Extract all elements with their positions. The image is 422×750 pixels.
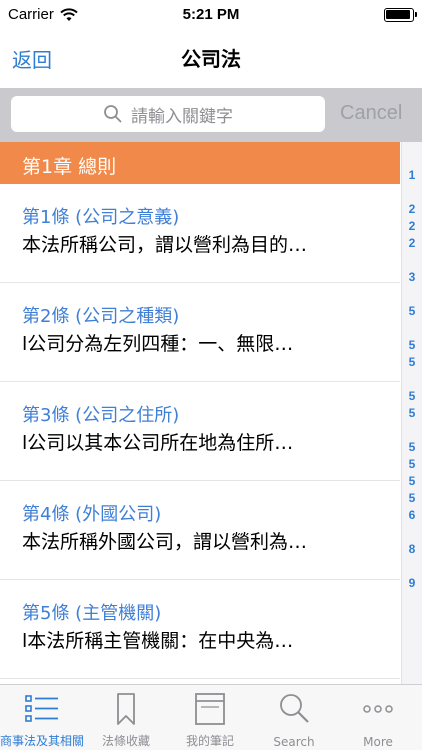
list-icon: [25, 695, 58, 722]
tab-label: Search: [273, 735, 315, 749]
article-excerpt: l本法所稱主管機關：在中央為…: [22, 630, 294, 652]
search-input[interactable]: 請輸入關鍵字: [11, 96, 325, 132]
search-placeholder: 請輸入關鍵字: [131, 106, 233, 127]
search-icon: [104, 105, 122, 123]
list-item[interactable]: 第2條 (公司之種類) l公司分為左列四種：一、無限…: [0, 283, 400, 382]
battery-icon: [384, 8, 417, 22]
index-item[interactable]: 5: [402, 491, 422, 505]
tab-label: 商事法及其相關法規: [0, 734, 84, 748]
article-title: 第2條 (公司之種類): [22, 306, 180, 327]
article-excerpt: 本法所稱外國公司，謂以營利為…: [22, 531, 308, 553]
article-title: 第1條 (公司之意義): [22, 207, 180, 228]
tab-label: More: [363, 735, 393, 749]
status-bar: Carrier 5:21 PM: [0, 0, 422, 30]
status-time: 5:21 PM: [182, 6, 240, 23]
article-title: 第3條 (公司之住所): [22, 405, 180, 426]
list-item[interactable]: 第3條 (公司之住所) l公司以其本公司所在地為住所…: [0, 382, 400, 481]
index-item[interactable]: 5: [402, 338, 422, 352]
tab-commercial-law[interactable]: 商事法及其相關法規: [0, 685, 84, 750]
cancel-button[interactable]: Cancel: [340, 102, 402, 125]
index-item[interactable]: 5: [402, 304, 422, 318]
navigation-bar: 返回 公司法: [0, 30, 422, 88]
index-item[interactable]: 5: [402, 440, 422, 454]
tab-notes[interactable]: 我的筆記: [168, 685, 252, 750]
tab-more[interactable]: More: [336, 685, 420, 750]
list-item[interactable]: 第5條 (主管機關) l本法所稱主管機關：在中央為…: [0, 580, 400, 679]
more-icon: [363, 705, 393, 713]
index-item[interactable]: 5: [402, 389, 422, 403]
tab-bookmarks[interactable]: 法條收藏: [84, 685, 168, 750]
article-excerpt: 本法所稱公司，謂以營利為目的…: [22, 234, 308, 256]
section-index[interactable]: 1 2 2 2 3 5 5 5 5 5 5 5 5 5 6 8 9: [401, 142, 422, 684]
list-item[interactable]: 第1條 (公司之意義) 本法所稱公司，謂以營利為目的…: [0, 184, 400, 283]
tab-label: 法條收藏: [101, 734, 150, 748]
index-item[interactable]: 5: [402, 457, 422, 471]
index-item[interactable]: 5: [402, 474, 422, 488]
search-icon: [280, 694, 309, 723]
article-excerpt: l公司以其本公司所在地為住所…: [22, 432, 294, 454]
index-item[interactable]: 2: [402, 202, 422, 216]
search-bar: 請輸入關鍵字 Cancel: [0, 88, 422, 142]
index-item[interactable]: 1: [402, 168, 422, 182]
tab-label: 我的筆記: [185, 734, 234, 748]
article-title: 第5條 (主管機關): [22, 603, 162, 624]
article-title: 第4條 (外國公司): [22, 504, 162, 525]
index-item[interactable]: 6: [402, 508, 422, 522]
tab-bar: 商事法及其相關法規 法條收藏 我的筆記 Search More: [0, 684, 422, 750]
tab-search[interactable]: Search: [252, 685, 336, 750]
index-item[interactable]: 9: [402, 576, 422, 590]
notes-icon: [195, 693, 225, 725]
index-item[interactable]: 5: [402, 355, 422, 369]
index-item[interactable]: 5: [402, 406, 422, 420]
bookmark-icon: [117, 693, 135, 725]
index-item[interactable]: 2: [402, 219, 422, 233]
chapter-header: 第1章 總則: [0, 142, 400, 184]
article-list: 第1條 (公司之意義) 本法所稱公司，謂以營利為目的… 第2條 (公司之種類) …: [0, 184, 400, 684]
article-excerpt: l公司分為左列四種：一、無限…: [22, 333, 294, 355]
index-item[interactable]: 3: [402, 270, 422, 284]
page-title: 公司法: [181, 47, 241, 71]
index-item[interactable]: 2: [402, 236, 422, 250]
index-item[interactable]: 8: [402, 542, 422, 556]
list-item[interactable]: 第4條 (外國公司) 本法所稱外國公司，謂以營利為…: [0, 481, 400, 580]
